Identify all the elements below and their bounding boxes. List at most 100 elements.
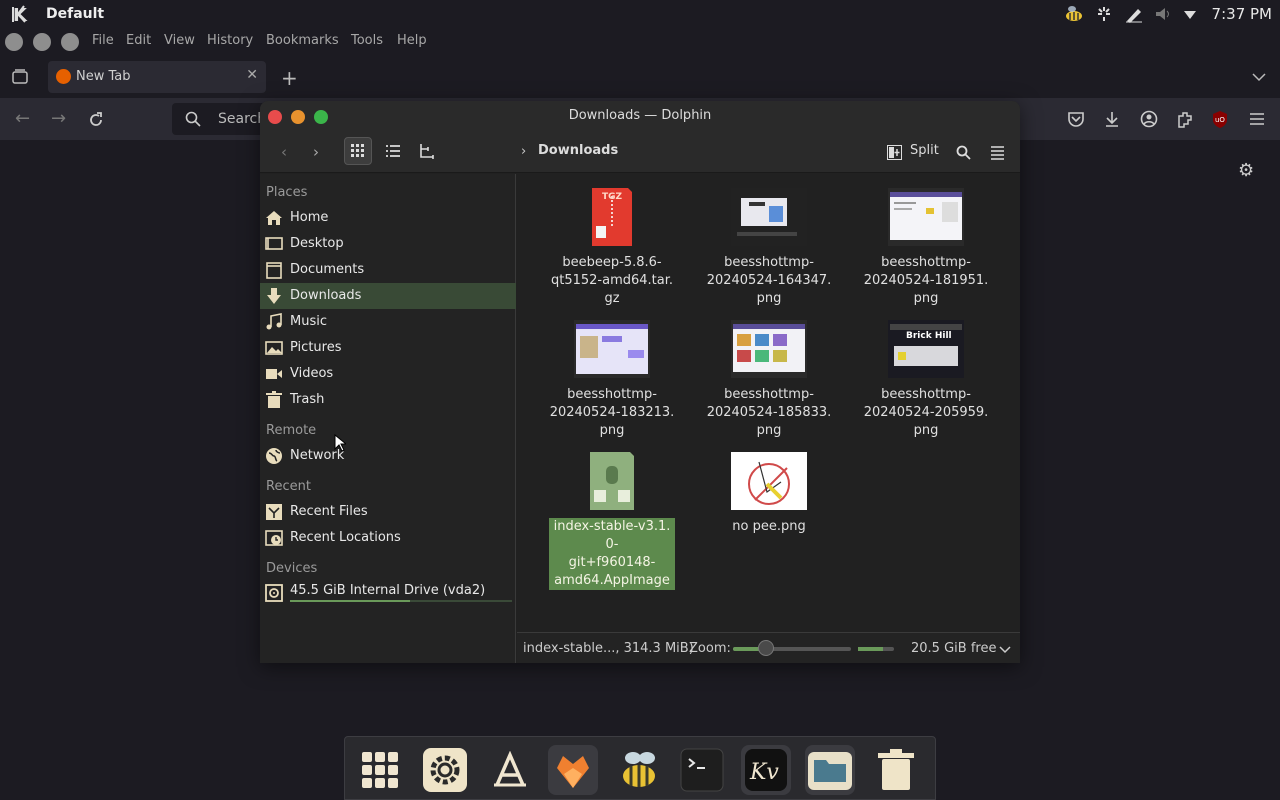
bee-icon xyxy=(623,752,655,787)
place-recent-locations[interactable]: Recent Locations xyxy=(260,525,516,551)
bee-tray-icon[interactable] xyxy=(1064,5,1084,23)
new-tab-plus-icon[interactable]: + xyxy=(281,66,298,90)
menu-view[interactable]: View xyxy=(164,33,195,48)
place-desktop[interactable]: Desktop xyxy=(260,231,516,257)
dock-font-viewer[interactable] xyxy=(485,745,535,795)
desktop-icon xyxy=(265,237,283,250)
tab-new-tab[interactable]: New Tab ✕ xyxy=(48,61,266,93)
pen-tray-icon[interactable] xyxy=(1124,5,1144,23)
page-settings-gear-icon[interactable]: ⚙ xyxy=(1238,160,1260,182)
menu-help[interactable]: Help xyxy=(397,33,427,48)
free-space-chevron-icon[interactable] xyxy=(999,645,1011,655)
network-tray-icon[interactable] xyxy=(1094,5,1114,23)
free-space-label[interactable]: 20.5 GiB free xyxy=(911,641,996,656)
menu-file[interactable]: File xyxy=(92,33,114,48)
place-internal-drive[interactable]: 45.5 GiB Internal Drive (vda2) xyxy=(260,580,516,606)
dock-beebeep[interactable] xyxy=(614,745,664,795)
forward-icon[interactable]: → xyxy=(51,108,66,129)
ublock-origin-icon[interactable]: uO xyxy=(1211,110,1229,128)
place-trash[interactable]: Trash xyxy=(260,387,516,413)
zoom-slider-handle[interactable] xyxy=(758,640,774,656)
tab-close-icon[interactable]: ✕ xyxy=(246,67,258,83)
place-recent-files[interactable]: Recent Files xyxy=(260,499,516,525)
app-grid-icon xyxy=(362,752,398,788)
place-pictures[interactable]: Pictures xyxy=(260,335,516,361)
free-space-bar xyxy=(858,647,894,651)
tree-icon xyxy=(420,144,434,159)
devices-header: Devices xyxy=(266,561,318,576)
dolphin-menu-icon[interactable] xyxy=(990,145,1005,160)
details-view-button[interactable] xyxy=(379,138,407,166)
window-close-button[interactable] xyxy=(5,33,23,51)
file-name: no pee.png xyxy=(706,518,832,536)
icons-view-button[interactable] xyxy=(344,137,372,165)
file-name-line: 20240524-205959. xyxy=(863,405,989,420)
split-button[interactable]: Split xyxy=(910,143,939,158)
breadcrumb-downloads[interactable]: Downloads xyxy=(538,143,618,158)
tab-overview-icon[interactable] xyxy=(11,68,29,86)
dolphin-search-icon[interactable] xyxy=(956,145,971,160)
url-bar[interactable]: Search xyxy=(172,103,272,135)
dock-trash[interactable] xyxy=(871,745,921,795)
file-name: beesshottmp- 20240524-185833. png xyxy=(706,386,832,440)
place-label: Videos xyxy=(290,366,334,381)
screenshot-thumbnail xyxy=(574,320,650,378)
list-tabs-chevron-icon[interactable] xyxy=(1251,70,1267,84)
dock-app-grid[interactable] xyxy=(355,745,405,795)
place-videos[interactable]: Videos xyxy=(260,361,516,387)
home-icon xyxy=(266,211,282,225)
system-tray: 7:37 PM xyxy=(1064,3,1272,25)
chevron-down-tray-icon[interactable] xyxy=(1182,5,1198,23)
dolphin-titlebar: Downloads — Dolphin xyxy=(260,101,1020,131)
thumbnail-overlay-text: Brick Hill xyxy=(906,331,952,341)
menu-tools[interactable]: Tools xyxy=(351,33,383,48)
back-icon[interactable]: ← xyxy=(15,108,30,129)
dolphin-forward-icon[interactable]: › xyxy=(302,138,330,166)
dock-dolphin[interactable] xyxy=(805,745,855,795)
downloads-toolbar-icon[interactable] xyxy=(1103,110,1121,128)
tab-label: New Tab xyxy=(76,69,131,84)
extensions-icon[interactable] xyxy=(1176,110,1194,128)
dock: Kv xyxy=(344,736,936,800)
dock-kvantum[interactable]: Kv xyxy=(741,745,791,795)
reload-icon[interactable] xyxy=(87,111,105,129)
dock-system-settings[interactable] xyxy=(420,745,470,795)
recent-files-icon xyxy=(266,504,282,520)
pocket-icon[interactable] xyxy=(1067,110,1085,128)
window-maximize-button[interactable] xyxy=(61,33,79,51)
file-name-line: no pee.png xyxy=(732,519,806,534)
menu-bookmarks[interactable]: Bookmarks xyxy=(266,33,339,48)
workspace-title: Default xyxy=(46,6,105,22)
dolphin-window-title: Downloads — Dolphin xyxy=(568,108,712,123)
archive-file-icon: TGZ xyxy=(592,188,632,246)
dock-firefox[interactable] xyxy=(548,745,598,795)
file-name: beebeep-5.8.6- qt5152-amd64.tar. gz xyxy=(549,254,675,308)
account-icon[interactable] xyxy=(1140,110,1158,128)
place-network[interactable]: Network xyxy=(260,443,516,469)
firefox-favicon-icon xyxy=(56,69,71,84)
clock[interactable]: 7:37 PM xyxy=(1212,5,1272,23)
place-downloads[interactable]: Downloads xyxy=(260,283,516,309)
file-name-line: png xyxy=(756,291,782,306)
place-music[interactable]: Music xyxy=(260,309,516,335)
window-minimize-button[interactable] xyxy=(33,33,51,51)
zoom-slider[interactable] xyxy=(733,647,851,651)
search-icon xyxy=(185,111,201,127)
system-top-bar: K Default 7:37 PM xyxy=(0,0,1280,28)
place-documents[interactable]: Documents xyxy=(260,257,516,283)
file-name-line: 20240524-185833. xyxy=(706,405,832,420)
tree-view-button[interactable] xyxy=(413,138,441,166)
place-label: Trash xyxy=(290,392,325,407)
file-name: index-stable-v3.1.0- git+f960148- amd64.… xyxy=(549,518,675,590)
font-icon xyxy=(494,751,526,787)
file-name-line: beebeep-5.8.6- xyxy=(562,255,662,270)
menu-edit[interactable]: Edit xyxy=(126,33,151,48)
dolphin-back-icon[interactable]: ‹ xyxy=(270,138,298,166)
dock-terminal[interactable] xyxy=(677,745,727,795)
place-home[interactable]: Home xyxy=(260,205,516,231)
volume-muted-icon[interactable] xyxy=(1154,5,1172,23)
terminal-icon xyxy=(680,748,724,792)
menu-history[interactable]: History xyxy=(207,33,253,48)
kde-logo-icon[interactable]: K xyxy=(10,3,32,25)
hamburger-menu-icon[interactable] xyxy=(1248,110,1266,128)
